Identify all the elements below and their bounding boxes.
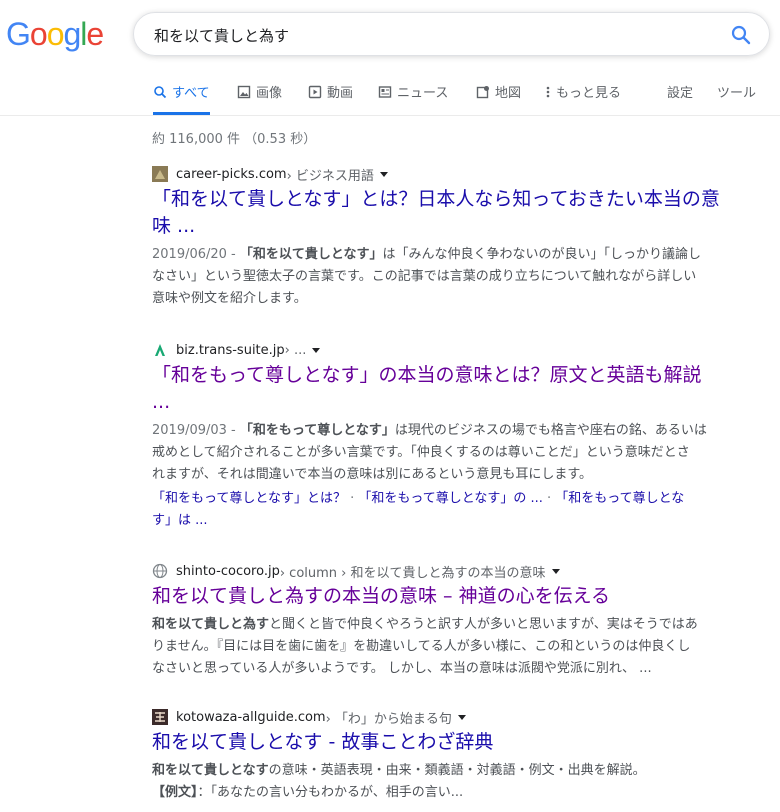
sitelink[interactable]: 「和をもって尊しとなす」の ... [358, 491, 543, 506]
snippet-text: 意味や例文を紹介します。 [152, 291, 307, 306]
snippet-text: なさい」という聖徳太子の言葉です。この記事では言葉の成り立ちについて触れながら詳… [152, 269, 697, 284]
search-result: biz.trans-suite.jp › ... 「和をもって尊しとなす」の本当… [152, 341, 762, 532]
result-title[interactable]: 和を以て貴しとなす - 故事ことわざ辞典 [152, 729, 762, 756]
title-line: 味 ... [152, 215, 196, 237]
snippet-text: ：「あなたの言い分もわかるが、相手の言い... [197, 785, 464, 800]
result-title[interactable]: 「和をもって尊しとなす」の本当の意味とは？原文と英語も解説... [152, 362, 762, 416]
result-site[interactable]: career-picks.com [176, 167, 287, 182]
snippet-highlight: 和を以て貴しと為す [152, 617, 270, 632]
chevron-down-icon[interactable] [457, 714, 466, 720]
tab-maps[interactable]: 地図 [476, 82, 521, 101]
result-cite: biz.trans-suite.jp › ... [152, 341, 762, 359]
google-logo[interactable]: Google [6, 16, 104, 52]
logo-letter: G [6, 16, 31, 52]
tab-videos[interactable]: 動画 [308, 82, 353, 101]
snippet-text: なさいと思っている人が多いようです。 しかし、本当の意味は派閥や党派に別れ、 .… [152, 661, 652, 676]
tab-more[interactable]: もっと見る [545, 82, 621, 101]
snippet-text: は「みんな仲良く争わないのが良い」「しっかり議論し [382, 247, 702, 262]
tab-label: 地図 [495, 86, 522, 101]
search-input[interactable]: 和を以て貴しと為す [154, 25, 289, 46]
more-vert-icon [546, 86, 550, 97]
separator: · [345, 491, 359, 506]
logo-letter: o [29, 16, 48, 52]
tab-all[interactable]: すべて [153, 82, 210, 115]
favicon [152, 709, 168, 725]
result-site[interactable]: biz.trans-suite.jp [176, 343, 285, 358]
favicon [152, 166, 168, 182]
search-result: shinto-cocoro.jp › column › 和を以て貴しと為すの本当… [152, 562, 762, 680]
sitelinks: 「和をもって尊しとなす」とは？ · 「和をもって尊しとなす」の ... · 「和… [152, 488, 762, 532]
tools-link[interactable]: ツール [717, 82, 756, 101]
tab-news[interactable]: ニュース [378, 82, 448, 101]
snippet-text: の意味・英語表現・由来・類義語・対義語・例文・出典を解説。 [268, 763, 646, 778]
sitelink[interactable]: す」は ... [152, 513, 208, 528]
snippet-text: 戒めとして紹介されることが多い言葉です。「仲良くするのは尊いことだ」という意味だ… [152, 445, 690, 460]
separator: · [542, 491, 556, 506]
result-cite: shinto-cocoro.jp › column › 和を以て貴しと為すの本当… [152, 562, 762, 581]
settings-link[interactable]: 設定 [667, 82, 693, 101]
result-breadcrumb: › ... [284, 342, 307, 358]
result-title[interactable]: 「和を以て貴しとなす」とは？日本人なら知っておきたい本当の意味 ... [152, 186, 762, 240]
tab-label: 画像 [256, 86, 283, 101]
logo-letter: o [46, 16, 65, 52]
tab-label: もっと見る [556, 86, 622, 101]
title-line: ... [152, 391, 171, 413]
result-title[interactable]: 和を以て貴しと為すの本当の意味 – 神道の心を伝える [152, 583, 762, 610]
favicon [155, 344, 165, 356]
snippet-text: りません。『目には目を歯に歯を』を勘違いしてる人が多い様に、この和というのは仲良… [152, 639, 691, 654]
snippet-highlight: 和を以て貴しとなす [152, 763, 269, 778]
snippet-highlight: 「和をもって尊しとなす」 [239, 423, 395, 438]
chevron-down-icon[interactable] [379, 171, 388, 177]
result-snippet: 和を以て貴しとなすの意味・英語表現・由来・類義語・対義語・例文・出典を解説。 【… [152, 760, 762, 804]
result-date: 2019/09/03 - [152, 423, 240, 438]
search-button[interactable] [729, 23, 753, 47]
result-snippet: 和を以て貴しと為すと聞くと皆で仲良くやろうと訳す人が多いと思いますが、実はそうで… [152, 614, 762, 680]
result-site[interactable]: shinto-cocoro.jp [176, 564, 280, 579]
result-breadcrumb: › 「わ」から始まる句 [325, 711, 452, 727]
search-box[interactable]: 和を以て貴しと為す [133, 12, 770, 56]
result-breadcrumb: › ビジネス用語 [286, 168, 374, 184]
search-result: kotowaza-allguide.com › 「わ」から始まる句 和を以て貴し… [152, 708, 762, 804]
tab-label: すべて [172, 86, 210, 101]
result-snippet: 2019/06/20 - 「和を以て貴しとなす」は「みんな仲良く争わないのが良い… [152, 244, 762, 310]
result-cite: career-picks.com › ビジネス用語 [152, 165, 762, 184]
search-result: career-picks.com › ビジネス用語 「和を以て貴しとなす」とは？… [152, 165, 762, 310]
chevron-down-icon[interactable] [551, 568, 560, 574]
map-icon [476, 85, 489, 98]
snippet-text: は現代のビジネスの場でも格言や座右の銘、あるいは [394, 423, 707, 438]
sitelink[interactable]: 「和をもって尊しとなす」とは？ [152, 491, 346, 506]
result-snippet: 2019/09/03 - 「和をもって尊しとなす」は現代のビジネスの場でも格言や… [152, 420, 762, 486]
logo-letter: e [86, 16, 104, 52]
image-icon [237, 85, 251, 98]
tab-images[interactable]: 画像 [237, 82, 282, 101]
result-site[interactable]: kotowaza-allguide.com [176, 710, 326, 725]
logo-letter: g [63, 16, 81, 52]
search-tabs: すべて 画像 動画 ニュース 地図 もっと見る 設定 ツール [0, 70, 780, 116]
result-date: 2019/06/20 - [152, 247, 240, 262]
search-icon [731, 25, 751, 45]
example-label: 【例文】 [152, 785, 198, 800]
globe-icon [152, 563, 168, 579]
sitelink[interactable]: 「和をもって尊しとな [555, 491, 684, 506]
title-line: 「和を以て貴しとなす」とは？日本人なら知っておきたい本当の意 [152, 188, 720, 210]
video-icon [308, 85, 322, 98]
result-breadcrumb: › column › 和を以て貴しと為すの本当の意味 [279, 565, 546, 581]
tab-label: ニュース [397, 86, 449, 101]
snippet-text: れますが、それは間違いで本当の意味は別にあるという意見も耳にします。 [152, 467, 593, 482]
title-line: 「和をもって尊しとなす」の本当の意味とは？原文と英語も解説 [152, 364, 702, 386]
tab-label: 動画 [327, 86, 354, 101]
news-icon [378, 85, 392, 98]
snippet-highlight: 「和を以て貴しとなす」 [239, 247, 383, 262]
snippet-text: と聞くと皆で仲良くやろうと訳す人が多いと思いますが、実はそうではあ [269, 617, 698, 632]
result-cite: kotowaza-allguide.com › 「わ」から始まる句 [152, 708, 762, 727]
search-icon [154, 85, 167, 98]
result-stats: 約 116,000 件 （0.53 秒） [152, 132, 317, 147]
chevron-down-icon[interactable] [312, 347, 321, 353]
